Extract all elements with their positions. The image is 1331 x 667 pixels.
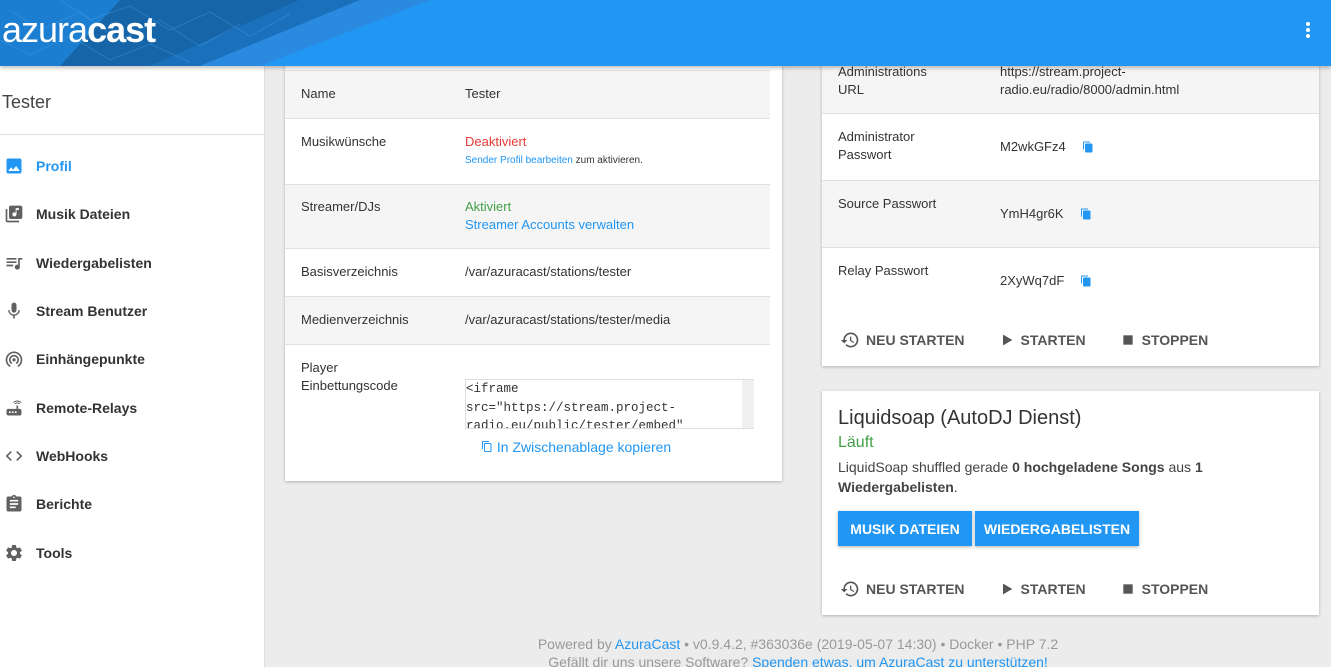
sidebar-item-einhaengepunkte[interactable]: Einhängepunkte	[0, 335, 264, 383]
admin-password-label: Administrator Passwort	[838, 129, 915, 162]
copy-icon	[482, 441, 492, 452]
liquidsoap-actions: NEU STARTEN STARTEN STOPPEN	[840, 579, 1242, 599]
table-row: Basisverzeichnis /var/azuracast/stations…	[285, 248, 770, 296]
sidebar: Tester Profil Musik Dateien Wiedergabeli…	[0, 66, 265, 667]
sidebar-item-label: Profil	[36, 158, 72, 175]
source-password-value: YmH4gr6K	[1000, 205, 1092, 223]
admin-url-label: Administrations URL	[838, 64, 927, 97]
playlists-button[interactable]: WIEDERGABELISTEN	[975, 511, 1139, 546]
sidebar-divider	[0, 134, 264, 135]
liquidsoap-status: Läuft	[838, 434, 874, 451]
music-library-icon	[0, 204, 36, 224]
stop-button[interactable]: STOPPEN	[1120, 330, 1208, 350]
streamers-status: Aktiviert	[465, 199, 512, 214]
sidebar-item-profil[interactable]: Profil	[0, 142, 264, 190]
sidebar-item-label: Tools	[36, 544, 73, 561]
restart-icon	[840, 332, 859, 348]
top-app-bar: azuracast	[0, 0, 1331, 66]
server-actions: NEU STARTEN STARTEN STOPPEN	[840, 330, 1242, 350]
sidebar-item-label: Remote-Relays	[36, 399, 138, 416]
copy-icon[interactable]	[1082, 140, 1094, 154]
stop-icon	[1122, 335, 1133, 345]
sidebar-item-label: Berichte	[36, 496, 93, 513]
requests-label: Musikwünsche	[301, 134, 387, 149]
router-icon	[0, 398, 36, 418]
textarea-scrollbar[interactable]	[742, 380, 754, 428]
table-row: Administrator Passwort M2wkGFz4	[822, 114, 1319, 181]
relay-password-label: Relay Passwort	[838, 263, 929, 278]
admin-password-value: M2wkGFz4	[1000, 138, 1094, 156]
sidebar-item-berichte[interactable]: Berichte	[0, 480, 264, 528]
sidebar-item-stream-benutzer[interactable]: Stream Benutzer	[0, 287, 264, 335]
microphone-icon	[0, 301, 36, 321]
sidebar-item-musik-dateien[interactable]: Musik Dateien	[0, 190, 264, 238]
sidebar-nav: Profil Musik Dateien Wiedergabelisten St…	[0, 142, 264, 577]
sidebar-item-webhooks[interactable]: WebHooks	[0, 432, 264, 480]
embed-label: Player Einbettungscode	[301, 360, 398, 393]
app-logo[interactable]: azuracast	[2, 9, 156, 51]
sidebar-item-label: Wiedergabelisten	[36, 254, 152, 271]
stop-button[interactable]: STOPPEN	[1120, 579, 1208, 599]
assignment-icon	[0, 494, 36, 514]
table-row: Musikwünsche Deaktiviert Sender Profil b…	[285, 118, 770, 184]
station-profile-card: Name Tester Musikwünsche Deaktiviert Sen…	[285, 0, 782, 481]
admin-url-link[interactable]: https://stream.project-radio.eu/radio/80…	[1000, 63, 1179, 99]
sidebar-item-tools[interactable]: Tools	[0, 528, 264, 576]
liquidsoap-card: Liquidsoap (AutoDJ Dienst) Läuft LiquidS…	[822, 391, 1319, 615]
settings-icon	[0, 543, 36, 563]
liquidsoap-title: Liquidsoap (AutoDJ Dienst)	[838, 407, 1082, 429]
copy-to-clipboard-link[interactable]: In Zwischenablage kopieren	[481, 439, 671, 455]
copy-icon[interactable]	[1080, 274, 1092, 288]
table-row: Relay Passwort 2XyWq7dF	[822, 248, 1319, 304]
media-dir-value: /var/azuracast/stations/tester/media	[465, 312, 671, 327]
table-row: Source Passwort YmH4gr6K	[822, 181, 1319, 248]
source-password-label: Source Passwort	[838, 196, 937, 211]
more-menu-icon[interactable]	[1303, 20, 1313, 46]
image-icon	[0, 156, 36, 176]
media-dir-label: Medienverzeichnis	[301, 312, 409, 327]
table-row: Name Tester	[285, 70, 770, 118]
copy-icon[interactable]	[1080, 207, 1092, 221]
table-row: Medienverzeichnis /var/azuracast/station…	[285, 296, 770, 344]
edit-profile-link[interactable]: Sender Profil bearbeiten	[465, 155, 573, 166]
name-value: Tester	[465, 86, 501, 101]
code-icon	[0, 446, 36, 466]
start-button[interactable]: STARTEN	[999, 330, 1086, 350]
manage-streamers-link[interactable]: Streamer Accounts verwalten	[465, 216, 634, 234]
play-icon	[1002, 583, 1012, 595]
restart-icon	[840, 581, 859, 597]
play-icon	[1002, 334, 1012, 346]
name-label: Name	[301, 86, 336, 101]
stop-icon	[1122, 584, 1133, 594]
sidebar-item-label: WebHooks	[36, 447, 109, 464]
base-dir-value: /var/azuracast/stations/tester	[465, 264, 632, 279]
liquidsoap-description: LiquidSoap shuffled gerade 0 hochgeladen…	[838, 459, 1203, 495]
music-files-button[interactable]: MUSIK DATEIEN	[838, 511, 972, 546]
sidebar-item-label: Musik Dateien	[36, 206, 131, 223]
sidebar-item-remote-relays[interactable]: Remote-Relays	[0, 383, 264, 431]
footer-version-line: Powered by AzuraCast • v0.9.4.2, #363036…	[537, 636, 1059, 652]
relay-password-value: 2XyWq7dF	[1000, 272, 1092, 290]
requests-status: Deaktiviert	[465, 134, 527, 149]
wifi-tethering-icon	[0, 349, 36, 369]
station-name: Tester	[2, 92, 52, 112]
page-footer: Powered by AzuraCast • v0.9.4.2, #363036…	[265, 635, 1331, 667]
embed-code-textarea[interactable]: <iframe src="https://stream.project-radio…	[465, 379, 754, 429]
footer-donate-line: Gefällt dir uns unsere Software? Spenden…	[265, 653, 1331, 667]
azuracast-link[interactable]: AzuraCast	[615, 636, 680, 652]
restart-button[interactable]: NEU STARTEN	[840, 330, 965, 350]
sidebar-item-label: Stream Benutzer	[36, 303, 148, 320]
queue-music-icon	[0, 253, 36, 273]
table-row: Player Einbettungscode <iframe src="https:…	[285, 344, 770, 481]
start-button[interactable]: STARTEN	[999, 579, 1086, 599]
sidebar-item-wiedergabelisten[interactable]: Wiedergabelisten	[0, 239, 264, 287]
sidebar-item-label: Einhängepunkte	[36, 351, 145, 368]
restart-button[interactable]: NEU STARTEN	[840, 579, 965, 599]
requests-hint: Sender Profil bearbeiten zum aktivieren.	[465, 155, 643, 166]
base-dir-label: Basisverzeichnis	[301, 264, 398, 279]
donate-link[interactable]: Spenden etwas, um AzuraCast zu unterstüt…	[752, 654, 1048, 667]
streamers-label: Streamer/DJs	[301, 199, 381, 214]
table-row: Streamer/DJs Aktiviert Streamer Accounts…	[285, 184, 770, 248]
